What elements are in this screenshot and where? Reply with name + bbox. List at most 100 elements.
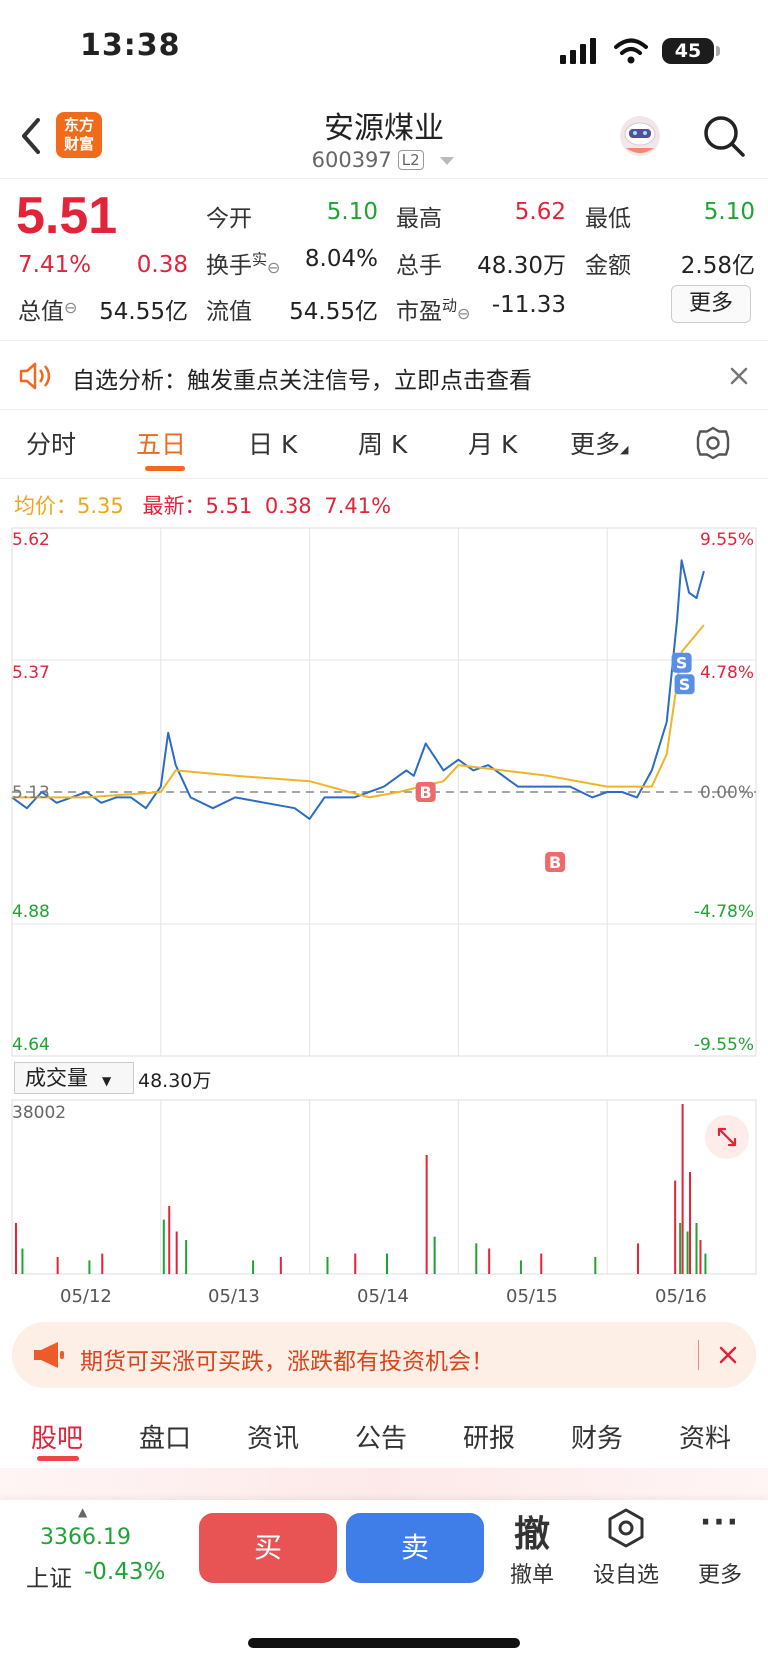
tab-finance[interactable]: 财务: [571, 1418, 623, 1455]
volume-selector[interactable]: 成交量 ▼: [14, 1062, 134, 1094]
volume-bar-red: [425, 1155, 428, 1274]
tab-profile[interactable]: 资料: [679, 1418, 731, 1455]
tab-announcements[interactable]: 公告: [355, 1418, 407, 1455]
turnover-sup: 实: [252, 250, 268, 269]
volume-bar-green: [326, 1257, 329, 1274]
volume-bar-red: [56, 1257, 59, 1274]
level-badge: L2: [397, 150, 424, 170]
tab-more-label: 更多: [570, 430, 621, 459]
volume-value: 48.30万: [477, 253, 566, 279]
hexagon-icon: [608, 1508, 644, 1548]
latest-value: 5.51: [205, 494, 253, 518]
x-label: 05/14: [357, 1286, 409, 1307]
index-widget[interactable]: ▲ 3366.19 上证 -0.43%: [18, 1505, 178, 1595]
battery-tip: [716, 46, 720, 56]
sell-button[interactable]: 卖: [346, 1513, 484, 1583]
latest-change: 0.38: [264, 494, 312, 518]
home-indicator: [248, 1638, 520, 1648]
cancel-order-button[interactable]: 撤 撤单: [492, 1505, 572, 1595]
average-price-line: [12, 624, 705, 799]
ellipsis-icon: ···: [699, 1505, 741, 1540]
active-tab-underline: [145, 466, 185, 471]
x-label: 05/13: [208, 1286, 260, 1307]
volume-bar-red: [279, 1257, 282, 1274]
tab-weekly-k[interactable]: 周 K: [358, 425, 407, 461]
tab-guba[interactable]: 股吧: [31, 1418, 83, 1455]
index-value: 3366.19: [40, 1525, 131, 1550]
tab-five-day[interactable]: 五日: [136, 425, 186, 461]
up-arrow-icon: ▲: [78, 1505, 88, 1519]
tab-daily-k[interactable]: 日 K: [248, 425, 297, 461]
volume-bar-green: [475, 1243, 478, 1274]
active-bottom-tab-underline: [37, 1456, 79, 1461]
pe-label-text: 市盈: [396, 299, 442, 325]
promo-banner[interactable]: 期货可买涨可买跌，涨跌都有投资机会！: [12, 1322, 756, 1388]
y-right-tick: 9.55%: [699, 530, 754, 550]
volume-bar-green: [433, 1236, 436, 1274]
volume-frame: [11, 1099, 757, 1275]
tab-monthly-k[interactable]: 月 K: [468, 425, 517, 461]
tab-intraday[interactable]: 分时: [26, 425, 76, 461]
volume-bar-red: [354, 1253, 357, 1274]
y-left-tick: 4.88: [12, 902, 50, 922]
low-value: 5.10: [703, 199, 755, 225]
price-chart[interactable]: BBSS: [0, 520, 768, 1060]
add-watchlist-button[interactable]: 设自选: [586, 1505, 666, 1595]
speaker-icon: [19, 362, 51, 390]
volume-bar-red: [681, 1104, 684, 1274]
robot-assistant-icon[interactable]: [616, 112, 664, 160]
turnover-label: 换手实⊖: [206, 246, 280, 280]
mktcap-label: 总值⊖: [18, 292, 77, 326]
volume-bar-red: [636, 1243, 639, 1274]
buy-marker: B: [545, 852, 566, 873]
info-icon: ⊖: [457, 304, 471, 323]
y-right-tick: -4.78%: [693, 902, 754, 922]
close-icon[interactable]: [718, 1345, 738, 1365]
tab-more[interactable]: 更多◢: [570, 425, 628, 461]
volume-bar-red: [674, 1180, 677, 1274]
volume-chart[interactable]: [0, 1098, 768, 1283]
high-value: 5.62: [514, 199, 566, 225]
volume-bar-green: [594, 1257, 597, 1274]
cancel-order-label: 撤单: [509, 1563, 554, 1588]
volume-bar-green: [704, 1253, 707, 1274]
current-price: 5.51: [16, 187, 118, 245]
volume-bar-red: [14, 1223, 17, 1274]
volume-bar-green: [162, 1219, 165, 1274]
stock-code: 600397: [311, 148, 392, 172]
buy-marker: B: [415, 782, 436, 802]
volume-bar-green: [252, 1260, 255, 1274]
turnover-label-text: 换手: [206, 253, 252, 279]
latest-pct: 7.41%: [324, 494, 392, 518]
signal-icon: [560, 38, 596, 64]
promo-divider: [698, 1340, 699, 1370]
x-label: 05/16: [655, 1286, 707, 1307]
close-icon[interactable]: [728, 365, 750, 387]
wifi-icon: [614, 38, 648, 64]
marker-label: B: [420, 783, 432, 802]
search-icon[interactable]: [702, 114, 746, 158]
expand-icon[interactable]: [704, 1114, 750, 1160]
tab-research[interactable]: 研报: [463, 1418, 515, 1455]
marker-label: B: [549, 853, 561, 872]
y-right-tick: 4.78%: [699, 663, 754, 683]
change-pct: 7.41%: [18, 252, 92, 278]
y-right-tick: -9.55%: [693, 1035, 754, 1055]
cancel-icon: 撤: [513, 1514, 550, 1555]
chart-info-line: 均价：5.35 最新：5.51 0.38 7.41%: [14, 490, 391, 520]
y-left-tick: 4.64: [12, 1035, 50, 1055]
tab-pankou[interactable]: 盘口: [139, 1418, 191, 1455]
y-left-tick: 5.13: [12, 783, 50, 803]
volume-label: 总手: [396, 253, 442, 279]
analysis-alert-bar[interactable]: 自选分析：触发重点关注信号，立即点击查看: [0, 340, 768, 410]
y-right-tick: 0.00%: [699, 783, 754, 803]
buy-button[interactable]: 买: [199, 1513, 337, 1583]
tab-news[interactable]: 资讯: [247, 1418, 299, 1455]
pe-label: 市盈动⊖: [396, 292, 470, 326]
pe-sup: 动: [442, 296, 458, 315]
more-quote-button[interactable]: 更多: [671, 285, 751, 323]
amount-value: 2.58亿: [680, 253, 755, 279]
settings-icon[interactable]: [696, 426, 730, 460]
more-actions-button[interactable]: ··· 更多: [680, 1505, 760, 1595]
status-time: 13:38: [80, 28, 181, 63]
